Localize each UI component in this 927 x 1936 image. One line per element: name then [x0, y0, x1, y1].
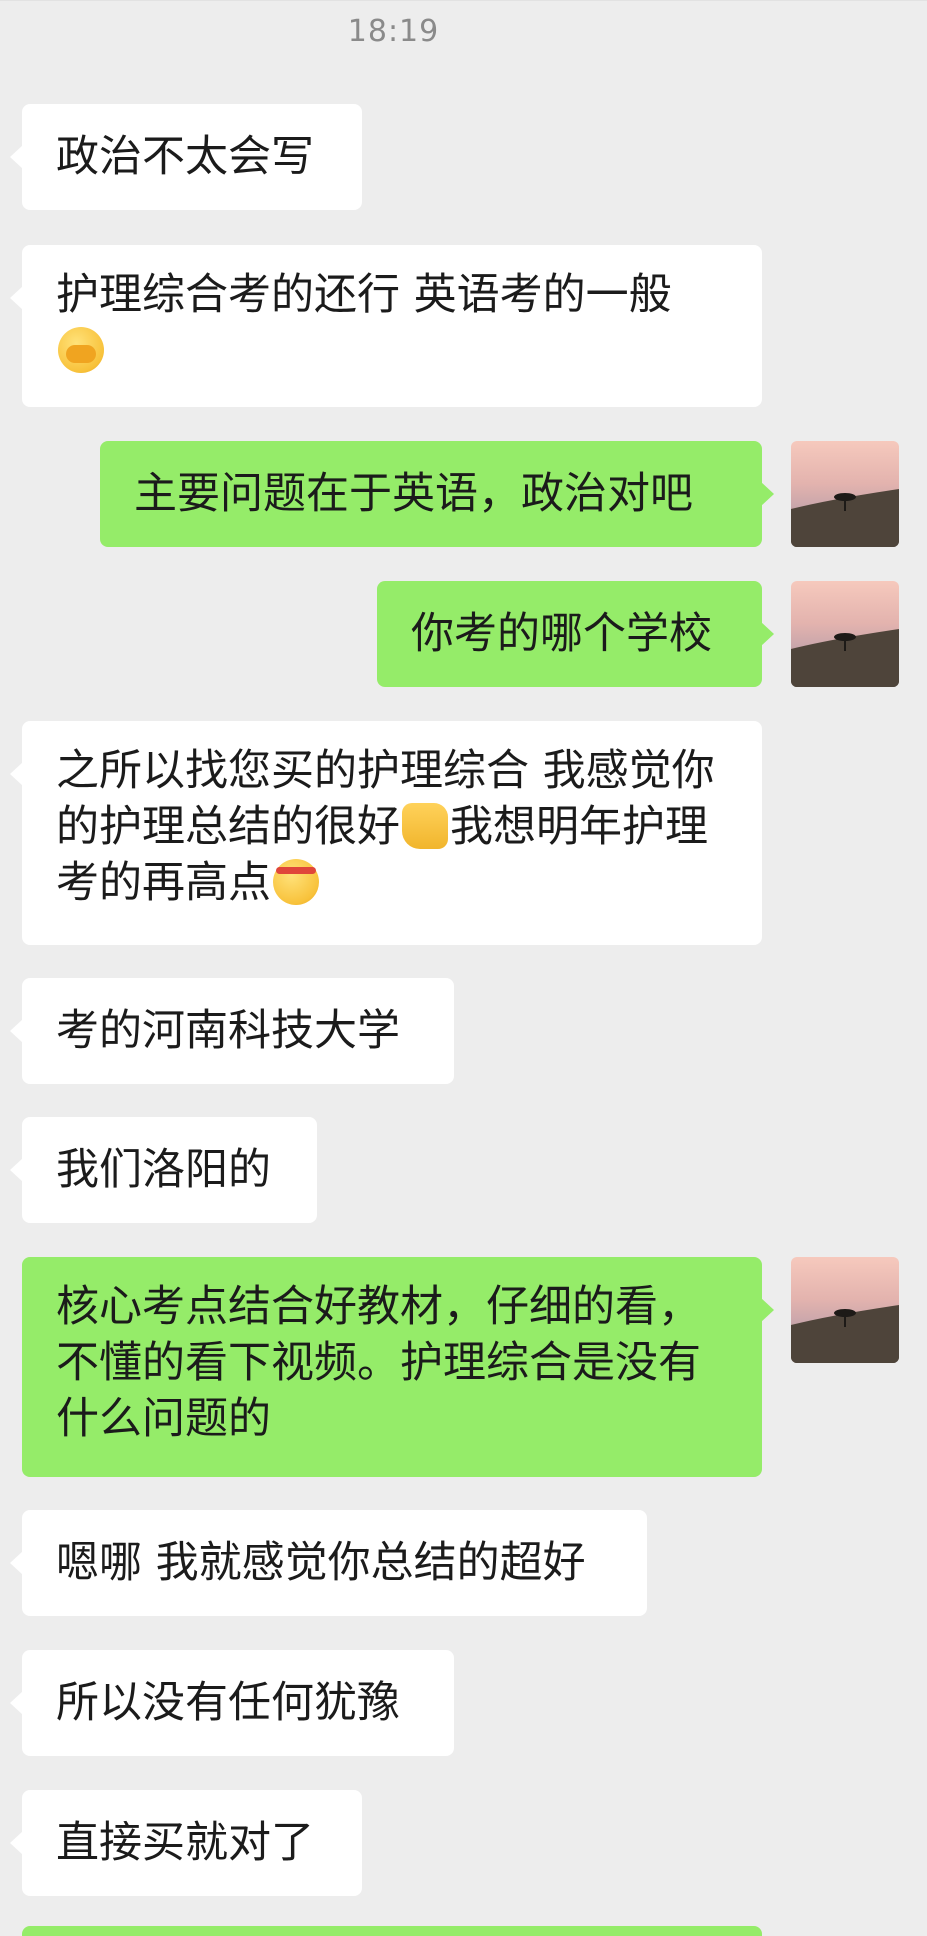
message-text-line: 什么问题的 — [56, 1394, 271, 1444]
chat-timestamp: 18:19 — [347, 14, 440, 49]
message-text: 主要问题在于英语，政治对吧 — [134, 469, 693, 519]
message-text: 你考的哪个学校 — [411, 609, 712, 659]
message-text-line: 不懂的看下视频。护理综合是没有 — [56, 1338, 701, 1388]
message-text: 考的河南科技大学 — [56, 1006, 400, 1056]
message-text: 我们洛阳的 — [56, 1145, 271, 1195]
message-bubble-outgoing[interactable]: 核心考点结合好教材，仔细的看， 不懂的看下视频。护理综合是没有 什么问题的 — [22, 1257, 774, 1477]
message-text: 直接买就对了 — [56, 1818, 314, 1868]
message-text-line: 核心考点结合好教材，仔细的看， — [56, 1282, 701, 1332]
message-text: 护理综合考的还行 英语考的一般 — [56, 270, 672, 320]
determined-face-emoji-icon — [273, 859, 319, 905]
sunset-tree-avatar-icon[interactable] — [791, 1257, 899, 1363]
message-text: 所以没有任何犹豫 — [56, 1678, 400, 1728]
message-bubble-outgoing[interactable]: 主要问题在于英语，政治对吧 — [100, 441, 774, 547]
message-bubble-outgoing[interactable]: 你考的哪个学校 — [377, 581, 774, 687]
message-bubble-incoming[interactable]: 考的河南科技大学 — [10, 978, 454, 1084]
message-text-line: 的护理总结的很好 — [56, 802, 400, 852]
message-bubble-incoming[interactable]: 嗯哪 我就感觉你总结的超好 — [10, 1510, 647, 1616]
message-bubble-outgoing-partial[interactable] — [22, 1926, 762, 1936]
message-bubble-incoming[interactable]: 我们洛阳的 — [10, 1117, 317, 1223]
message-text-line: 我想明年护理 — [450, 802, 708, 852]
sunset-tree-avatar-icon[interactable] — [791, 441, 899, 547]
thumbs-up-emoji-icon — [402, 803, 448, 849]
sunset-tree-avatar-icon[interactable] — [791, 581, 899, 687]
face-palm-emoji-icon — [58, 327, 104, 373]
message-text-line: 之所以找您买的护理综合 我感觉你 — [56, 746, 715, 796]
message-bubble-incoming[interactable]: 护理综合考的还行 英语考的一般 — [10, 245, 762, 407]
message-text-line: 考的再高点 — [56, 858, 271, 908]
message-bubble-incoming[interactable]: 所以没有任何犹豫 — [10, 1650, 454, 1756]
message-text: 嗯哪 我就感觉你总结的超好 — [56, 1538, 586, 1588]
message-bubble-incoming[interactable]: 直接买就对了 — [10, 1790, 362, 1896]
message-text: 政治不太会写 — [56, 132, 314, 182]
message-bubble-incoming[interactable]: 之所以找您买的护理综合 我感觉你 的护理总结的很好 我想明年护理 考的再高点 — [10, 721, 762, 945]
message-bubble-incoming[interactable]: 政治不太会写 — [10, 104, 362, 210]
